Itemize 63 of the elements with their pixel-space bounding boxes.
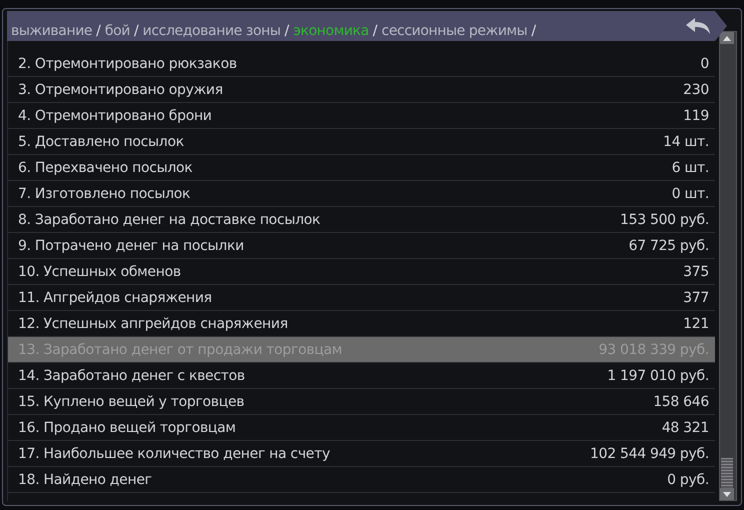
stat-value: 377 <box>683 290 709 306</box>
stat-label: 17. Наибольшее количество денег на счету <box>18 446 330 462</box>
stat-label: 16. Продано вещей торговцам <box>18 420 236 436</box>
stat-value: 375 <box>683 264 709 280</box>
breadcrumb-link[interactable]: исследование зоны <box>142 23 281 39</box>
stat-value: 0 шт. <box>672 186 709 202</box>
stat-value: 119 <box>683 108 709 124</box>
stat-value: 14 шт. <box>663 134 709 150</box>
stat-value: 121 <box>683 316 709 332</box>
back-arrow-icon[interactable] <box>685 17 711 35</box>
stat-value: 0 <box>700 56 709 72</box>
stat-row[interactable]: 14. Заработано денег с квестов 1 197 010 руб. <box>8 363 715 389</box>
stat-label: 11. Апгрейдов снаряжения <box>18 290 212 306</box>
breadcrumb-separator: / <box>284 23 290 39</box>
breadcrumb-link[interactable]: выживание <box>11 23 92 39</box>
stat-label: 14. Заработано денег с квестов <box>18 368 245 384</box>
stat-label: 3. Отремонтировано оружия <box>18 82 223 98</box>
stat-label: 12. Успешных апгрейдов снаряжения <box>18 316 288 332</box>
breadcrumb-separator: / <box>372 23 378 39</box>
breadcrumb-separator: / <box>531 23 536 39</box>
stat-row[interactable]: 3. Отремонтировано оружия 230 <box>8 77 715 103</box>
breadcrumb-link[interactable]: сессионные режимы <box>382 23 528 39</box>
stat-row[interactable]: 18. Найдено денег 0 руб. <box>8 467 715 493</box>
stat-row[interactable]: 8. Заработано денег на доставке посылок 153 500 руб. <box>8 207 715 233</box>
scroll-thumb[interactable] <box>721 458 733 488</box>
stat-row[interactable]: 2. Отремонтировано рюкзаков 0 <box>8 51 715 77</box>
stat-value: 153 500 руб. <box>620 212 709 228</box>
stat-value: 6 шт. <box>672 160 709 176</box>
up-triangle-icon <box>723 36 731 40</box>
breadcrumb-link[interactable]: бой <box>104 23 130 39</box>
stat-row[interactable]: 7. Изготовлено посылок 0 шт. <box>8 181 715 207</box>
stat-label: 10. Успешных обменов <box>18 264 181 280</box>
stat-label: 4. Отремонтировано брони <box>18 108 212 124</box>
stat-value: 0 руб. <box>667 472 709 488</box>
stat-row[interactable]: 17. Наибольшее количество денег на счету 102 544 949 руб. <box>8 441 715 467</box>
stat-row[interactable]: 4. Отремонтировано брони 119 <box>8 103 715 129</box>
breadcrumb-separator: / <box>134 23 139 39</box>
stat-row[interactable]: 15. Куплено вещей у торговцев 158 646 <box>8 389 715 415</box>
stat-row[interactable]: 10. Успешных обменов 375 <box>8 259 715 285</box>
stat-row[interactable]: 11. Апгрейдов снаряжения 377 <box>8 285 715 311</box>
stat-row[interactable]: 6. Перехвачено посылок 6 шт. <box>8 155 715 181</box>
stat-value: 1 197 010 руб. <box>607 368 709 384</box>
stat-row[interactable]: 16. Продано вещей торговцам 48 321 <box>8 415 715 441</box>
stat-label: 2. Отремонтировано рюкзаков <box>18 56 237 72</box>
stat-value: 230 <box>683 82 709 98</box>
stat-label: 8. Заработано денег на доставке посылок <box>18 212 320 228</box>
stat-label: 9. Потрачено денег на посылки <box>18 238 244 254</box>
stat-value: 158 646 <box>653 394 709 410</box>
stat-row[interactable]: 9. Потрачено денег на посылки 67 725 руб. <box>8 233 715 259</box>
scroll-down-button[interactable] <box>720 488 734 500</box>
stat-value: 67 725 руб. <box>628 238 709 254</box>
stat-label: 6. Перехвачено посылок <box>18 160 192 176</box>
scroll-up-button[interactable] <box>720 32 734 44</box>
stat-label: 7. Изготовлено посылок <box>18 186 190 202</box>
stat-row[interactable]: 5. Доставлено посылок 14 шт. <box>8 129 715 155</box>
stat-label: 5. Доставлено посылок <box>18 134 184 150</box>
breadcrumb-separator: / <box>96 23 101 39</box>
stat-value: 102 544 949 руб. <box>590 446 709 462</box>
down-triangle-icon <box>723 492 731 496</box>
scrollbar[interactable] <box>719 31 737 501</box>
stat-label: 18. Найдено денег <box>18 472 152 488</box>
stat-label: 15. Куплено вещей у торговцев <box>18 394 244 410</box>
stat-value: 48 321 <box>662 420 709 436</box>
